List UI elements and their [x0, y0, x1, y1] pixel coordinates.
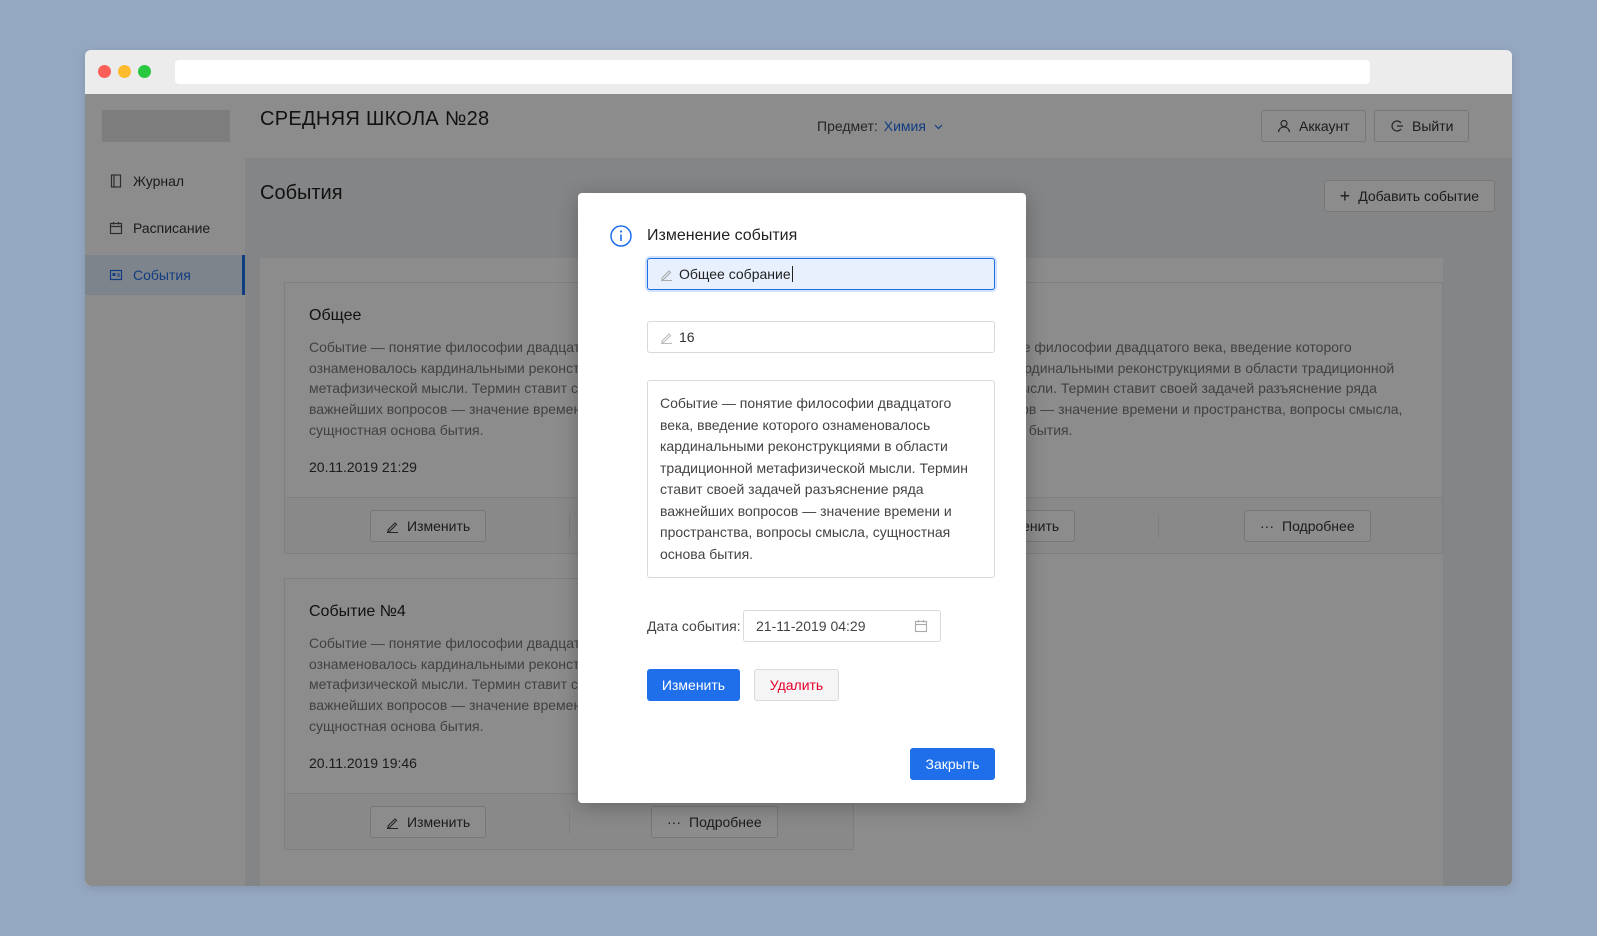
save-event-button[interactable]: Изменить — [647, 669, 740, 701]
close-window-icon[interactable] — [98, 65, 111, 78]
minimize-window-icon[interactable] — [118, 65, 131, 78]
info-icon — [610, 225, 632, 247]
event-name-value: Общее собрание — [679, 266, 791, 282]
event-number-input[interactable]: 16 — [647, 321, 995, 353]
date-label: Дата события: — [647, 618, 741, 634]
event-date-picker[interactable]: 21-11-2019 04:29 — [743, 610, 941, 642]
calendar-icon — [914, 619, 928, 633]
event-date-value: 21-11-2019 04:29 — [756, 618, 866, 634]
event-name-input[interactable]: Общее собрание — [647, 258, 995, 290]
delete-event-button[interactable]: Удалить — [754, 669, 839, 701]
edit-icon — [660, 268, 673, 281]
address-bar[interactable] — [175, 60, 1370, 84]
close-modal-button[interactable]: Закрыть — [910, 748, 995, 780]
maximize-window-icon[interactable] — [138, 65, 151, 78]
text-caret — [791, 266, 793, 282]
edit-event-modal: Изменение события Общее собрание 16 Собы… — [578, 193, 1026, 803]
browser-chrome — [85, 50, 1512, 94]
event-description-textarea[interactable]: Событие — понятие философии двадцатого в… — [647, 380, 995, 578]
modal-title: Изменение события — [647, 227, 798, 244]
edit-icon — [660, 331, 673, 344]
event-number-value: 16 — [679, 329, 695, 345]
browser-window: Журнал Расписание События СРЕДНЯЯ ШКОЛА … — [85, 50, 1512, 886]
